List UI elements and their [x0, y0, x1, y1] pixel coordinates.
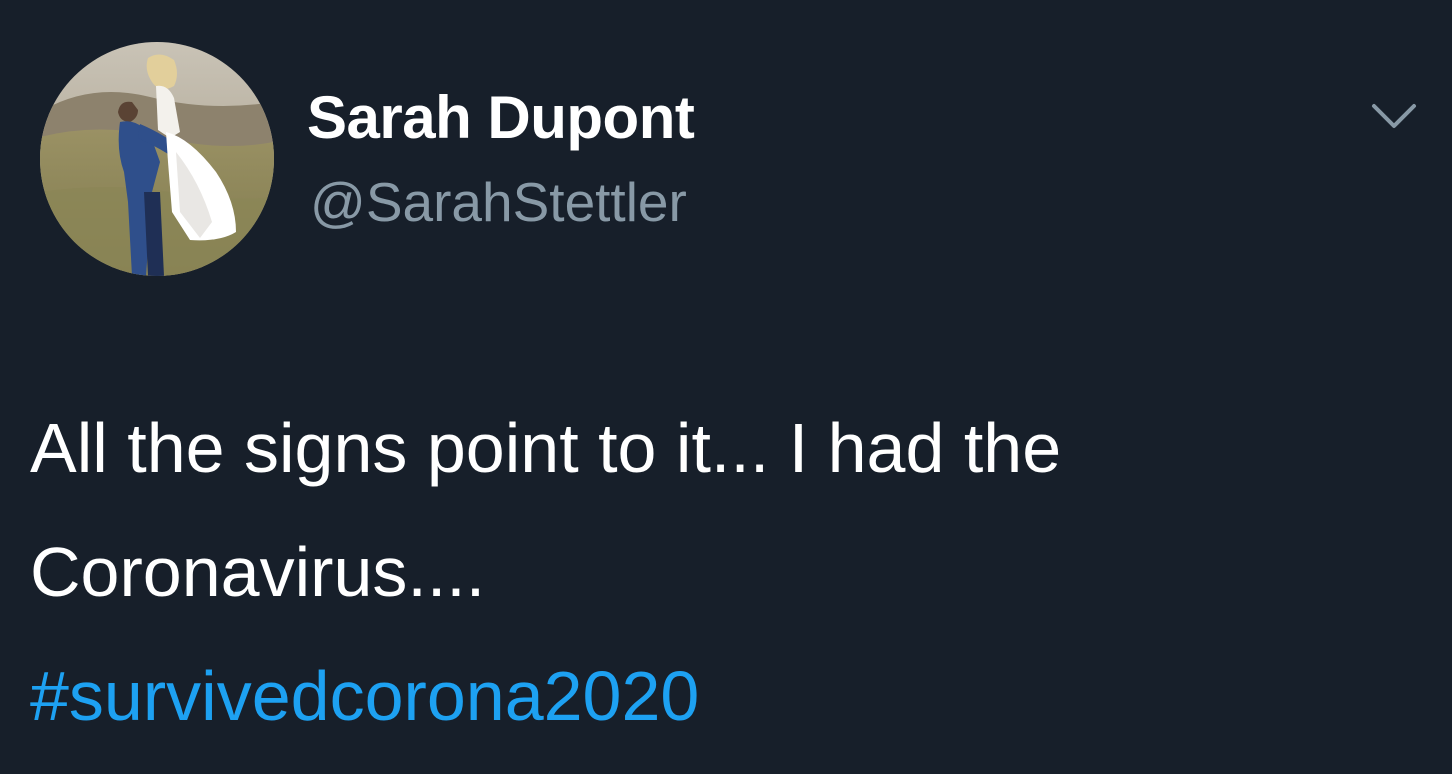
tweet-card: Sarah Dupont @SarahStettler All the sign…: [0, 0, 1452, 774]
tweet-menu-button[interactable]: [1368, 96, 1420, 136]
tweet-body: All the signs point to it... I had the C…: [30, 386, 1425, 758]
hashtag-link[interactable]: #survivedcorona2020: [30, 634, 1425, 758]
tweet-text-line: Coronavirus....: [30, 533, 486, 611]
author-display-name[interactable]: Sarah Dupont: [307, 82, 695, 154]
profile-avatar[interactable]: [40, 42, 274, 276]
tweet-text-line: All the signs point to it... I had the: [30, 409, 1062, 487]
avatar-photo-icon: [40, 42, 274, 276]
chevron-down-icon: [1372, 104, 1416, 128]
author-handle[interactable]: @SarahStettler: [310, 168, 687, 236]
